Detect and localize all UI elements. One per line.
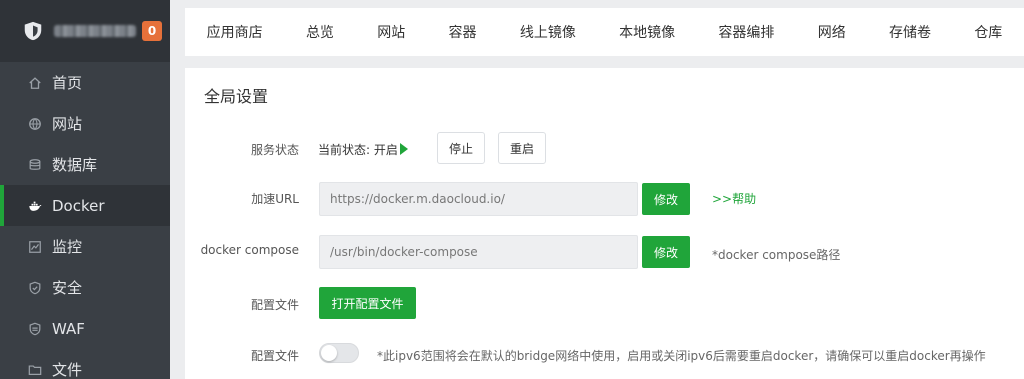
global-settings-panel: 全局设置 服务状态 当前状态: 开启 停止 重启 加速URL https://d… — [185, 68, 1024, 379]
sidebar-item-label: Docker — [52, 196, 105, 215]
monitor-icon — [27, 239, 43, 255]
sidebar-item-files[interactable]: 文件 — [0, 349, 170, 379]
sidebar-item-label: 安全 — [52, 279, 83, 297]
tab-online-images[interactable]: 线上镜像 — [520, 22, 576, 42]
compose-edit-button[interactable]: 修改 — [642, 236, 690, 268]
brand-header: 0 — [0, 0, 170, 62]
sidebar-item-label: 监控 — [52, 238, 83, 256]
ipv6-label: 配置文件 — [250, 349, 299, 363]
ipv6-hint: *此ipv6范围将会在默认的bridge网络中使用，启用或关闭ipv6后需要重启… — [377, 349, 986, 363]
tab-app-store[interactable]: 应用商店 — [207, 22, 263, 42]
tab-volumes[interactable]: 存储卷 — [889, 22, 931, 42]
service-status-value: 当前状态: 开启 — [318, 143, 398, 157]
sidebar-nav: 首页 网站 数据库 Docker 监控 安全 WAF 文件 — [0, 62, 170, 379]
docker-icon — [27, 198, 43, 214]
play-icon — [399, 143, 408, 155]
sidebar: 0 首页 网站 数据库 Docker 监控 安全 WAF 文件 — [0, 0, 170, 379]
compose-path-input[interactable]: /usr/bin/docker-compose — [319, 235, 638, 269]
sidebar-item-monitor[interactable]: 监控 — [0, 226, 170, 267]
compose-hint: *docker compose路径 — [712, 248, 841, 262]
tab-compose[interactable]: 容器编排 — [718, 22, 774, 42]
ipv6-toggle[interactable] — [319, 343, 359, 363]
tab-overview[interactable]: 总览 — [306, 22, 334, 42]
waf-shield-icon — [27, 321, 43, 337]
stop-button[interactable]: 停止 — [437, 132, 485, 164]
shield-logo-icon — [24, 21, 42, 41]
tab-website[interactable]: 网站 — [377, 22, 405, 42]
notification-badge[interactable]: 0 — [142, 21, 162, 41]
panel-title: 全局设置 — [204, 87, 269, 106]
config-file-label: 配置文件 — [250, 298, 299, 312]
sidebar-item-label: WAF — [52, 319, 85, 338]
mirror-url-label: 加速URL — [251, 192, 299, 206]
sidebar-item-label: 数据库 — [52, 156, 98, 174]
sidebar-item-label: 文件 — [52, 361, 83, 379]
service-status-label: 服务状态 — [250, 143, 299, 157]
mirror-url-input[interactable]: https://docker.m.daocloud.io/ — [319, 182, 638, 216]
tab-local-images[interactable]: 本地镜像 — [619, 22, 675, 42]
compose-path-label: docker compose — [200, 243, 299, 257]
sidebar-item-waf[interactable]: WAF — [0, 308, 170, 349]
tab-registry[interactable]: 仓库 — [974, 22, 1002, 42]
database-icon — [27, 157, 43, 173]
service-status-text: 当前状态: 开启 — [318, 141, 408, 158]
globe-icon — [27, 116, 43, 132]
sidebar-item-website[interactable]: 网站 — [0, 103, 170, 144]
sidebar-item-home[interactable]: 首页 — [0, 62, 170, 103]
home-icon — [27, 75, 43, 91]
tab-containers[interactable]: 容器 — [449, 22, 477, 42]
mirror-edit-button[interactable]: 修改 — [642, 183, 690, 215]
sidebar-item-database[interactable]: 数据库 — [0, 144, 170, 185]
toggle-knob — [321, 345, 337, 361]
tab-network[interactable]: 网络 — [818, 22, 846, 42]
security-shield-icon — [27, 280, 43, 296]
docker-tabs: 应用商店 总览 网站 容器 线上镜像 本地镜像 容器编排 网络 存储卷 仓库 — [185, 8, 1024, 56]
sidebar-item-label: 首页 — [52, 74, 83, 92]
open-config-button[interactable]: 打开配置文件 — [319, 287, 416, 319]
help-link[interactable]: >>帮助 — [712, 190, 756, 207]
blurred-hostname — [54, 25, 136, 37]
sidebar-item-label: 网站 — [52, 115, 83, 133]
folder-icon — [27, 362, 43, 378]
sidebar-item-docker[interactable]: Docker — [0, 185, 170, 226]
restart-button[interactable]: 重启 — [498, 132, 546, 164]
sidebar-item-security[interactable]: 安全 — [0, 267, 170, 308]
